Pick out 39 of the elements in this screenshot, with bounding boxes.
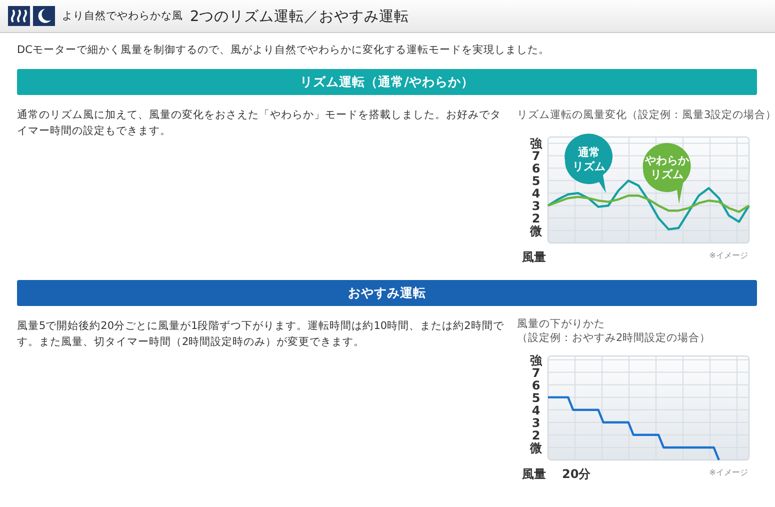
chart-title: 風量の下がりかた <box>517 318 605 330</box>
axis-tick-label: 2 <box>532 212 540 226</box>
note-text: ※イメージ <box>709 251 748 260</box>
axis-tick-label: 3 <box>532 199 540 214</box>
axis-tick-label: 強 <box>530 353 542 368</box>
section-text: 風量5で開始後約20分ごとに風量が1段階ずつ下がります。運転時間は約10時間、または約2時間です。また風量、切タイマー時間（2時間設定時のみ）が変更できます。 <box>17 319 505 350</box>
axis-tick-label: 4 <box>532 186 540 201</box>
note-text: ※イメージ <box>709 468 748 477</box>
axis-tick-label: 6 <box>532 378 540 392</box>
axis-tick-label: 微 <box>530 440 542 455</box>
chart-title: リズム運転の風量変化（設定例：風量3設定の場合） <box>517 109 775 121</box>
header-subtitle: より自然でやわらかな風 <box>62 9 183 23</box>
bubble-label: やわらか <box>645 154 689 167</box>
axis-tick-label: 7 <box>532 366 540 380</box>
axis-tick-label: 強 <box>530 136 542 151</box>
section-heading: リズム運転（通常/やわらか） <box>17 69 757 95</box>
x-axis-label: 20分 <box>562 467 591 481</box>
chart-title: （設定例：おやすみ2時間設定の場合） <box>517 332 711 344</box>
axis-tick-label: 7 <box>532 149 540 164</box>
steam-icon <box>8 6 30 26</box>
intro-text: DCモーターで細かく風量を制御するので、風がより自然でやわらかに変化する運転モードを実現しました。 <box>17 43 550 57</box>
speech-bubble <box>564 134 613 193</box>
bubble-label: リズム <box>572 160 606 173</box>
moon-icon <box>33 6 55 26</box>
axis-tick-label: 6 <box>532 162 540 176</box>
bubble-label: 通常 <box>578 146 600 159</box>
page-title: 2つのリズム運転／おやすみ運転 <box>190 8 410 26</box>
bubble-label: リズム <box>650 168 684 181</box>
speech-bubble <box>642 143 691 204</box>
section-text: 通常のリズム風に加えて、風量の変化をおさえた「やわらか」モードを搭載しました。お好みでタイマー時間の設定もできます。 <box>17 108 502 139</box>
axis-tick-label: 4 <box>532 403 540 418</box>
axis-tick-label: 3 <box>532 416 540 430</box>
axis-label: 風量 <box>522 467 546 481</box>
axis-label: 風量 <box>522 250 546 264</box>
axis-tick-label: 5 <box>532 390 540 405</box>
axis-tick-label: 2 <box>532 428 540 442</box>
axis-tick-label: 微 <box>530 224 542 238</box>
section-heading: おやすみ運転 <box>17 280 757 306</box>
axis-tick-label: 5 <box>532 174 540 188</box>
